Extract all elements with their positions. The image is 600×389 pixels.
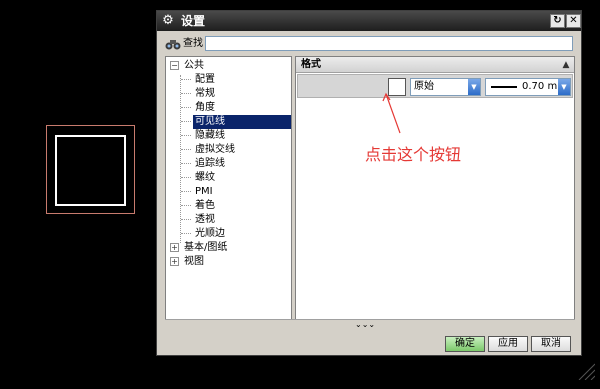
tree-item-label: PMI xyxy=(195,186,213,197)
tree-item-label: 公共 xyxy=(184,60,204,71)
reset-icon[interactable]: ↻ xyxy=(550,14,565,28)
tree-connector xyxy=(181,92,191,94)
resize-grip[interactable] xyxy=(575,360,595,380)
binoculars-icon xyxy=(165,40,181,50)
line-width-sample xyxy=(491,86,517,88)
annotation-arrow xyxy=(382,92,401,134)
tree-connector xyxy=(181,148,191,150)
annotation-text: 点击这个按钮 xyxy=(365,145,462,164)
tree-item-label: 角度 xyxy=(195,102,215,113)
tree-item-base-drawing[interactable]: + 基本/图纸 xyxy=(170,241,229,255)
title-bar[interactable]: ⚙ 设置 ↻ ✕ xyxy=(157,11,581,31)
tree-item-pmi[interactable]: PMI xyxy=(181,185,215,199)
format-section-header[interactable]: 格式 ▲ xyxy=(296,57,574,73)
tree-item-common[interactable]: − 公共 xyxy=(170,59,206,73)
tree-item-virtual-intersection[interactable]: 虚拟交线 xyxy=(181,143,237,157)
settings-panel: 格式 ▲ 原始 ▼ 0.70 mm ▼ xyxy=(295,56,575,328)
tree-connector xyxy=(181,176,191,178)
tree-item-angle[interactable]: 角度 xyxy=(181,101,217,115)
tree-connector xyxy=(181,78,191,80)
ok-button[interactable]: 确定 xyxy=(445,336,485,352)
chevron-down-icon[interactable]: ▼ xyxy=(558,79,570,95)
tree-item-shading[interactable]: 着色 xyxy=(181,199,217,213)
tree-item-label: 追踪线 xyxy=(195,158,225,169)
tree-item-perspective[interactable]: 透视 xyxy=(181,213,217,227)
window-title: 设置 xyxy=(181,14,206,28)
tree-item-general[interactable]: 常规 xyxy=(181,87,217,101)
collapse-icon[interactable]: − xyxy=(170,60,179,70)
chevron-down-icon[interactable]: ⌄⌄⌄ xyxy=(355,320,375,330)
tree-connector xyxy=(181,204,191,206)
tree-connector xyxy=(181,120,191,122)
tree-item-label: 螺纹 xyxy=(195,172,215,183)
tree-item-view[interactable]: + 视图 xyxy=(170,255,206,269)
search-row: 查找 xyxy=(165,36,575,52)
chevron-up-icon[interactable]: ▲ xyxy=(560,59,572,71)
tree-connector xyxy=(181,190,191,192)
close-icon[interactable]: ✕ xyxy=(566,14,581,28)
tree-item-visible-lines[interactable]: 可见线 xyxy=(181,115,291,129)
font-select[interactable]: 原始 ▼ xyxy=(410,78,481,96)
tree-item-label: 着色 xyxy=(195,200,215,211)
cancel-button[interactable]: 取消 xyxy=(531,336,571,352)
tree-item-label: 可见线 xyxy=(193,115,291,129)
tree-item-hidden-lines[interactable]: 隐藏线 xyxy=(181,129,227,143)
expand-icon[interactable]: + xyxy=(170,242,179,252)
tree-item-label: 虚拟交线 xyxy=(195,144,235,155)
category-tree[interactable]: −公共 配置 常规 角度 可见线 隐藏线 虚拟交线 追踪线 螺纹 PMI 着色 xyxy=(165,56,292,328)
dialog-expand-bar[interactable]: ⌄⌄⌄ xyxy=(165,319,575,329)
expand-icon[interactable]: + xyxy=(170,256,179,266)
tree-item-label: 基本/图纸 xyxy=(184,242,228,253)
tree-item-trace-lines[interactable]: 追踪线 xyxy=(181,157,227,171)
settings-dialog: ⚙ 设置 ↻ ✕ 查找 − 公共 配置 常规 角度 可见线 隐藏线 虚拟交线 追… xyxy=(156,10,582,356)
tree-item-label: 常规 xyxy=(195,88,215,99)
format-row: 原始 ▼ 0.70 mm ▼ xyxy=(297,74,573,98)
tree-connector xyxy=(181,232,191,234)
line-width-select[interactable]: 0.70 mm ▼ xyxy=(485,78,571,96)
tree-connector xyxy=(181,162,191,164)
tree-connector xyxy=(181,106,191,108)
tree-item-label: 光顺边 xyxy=(195,228,225,239)
tree-connector xyxy=(181,134,191,136)
gear-icon: ⚙ xyxy=(162,13,174,28)
search-input[interactable] xyxy=(205,36,573,51)
preview-square xyxy=(55,135,126,206)
section-title: 格式 xyxy=(301,59,321,70)
tree-item-config[interactable]: 配置 xyxy=(181,73,217,87)
tree-connector xyxy=(181,218,191,220)
apply-button[interactable]: 应用 xyxy=(488,336,528,352)
tree-item-label: 隐藏线 xyxy=(195,130,225,141)
chevron-down-icon[interactable]: ▼ xyxy=(468,79,480,95)
tree-item-label: 透视 xyxy=(195,214,215,225)
tree-item-thread[interactable]: 螺纹 xyxy=(181,171,217,185)
search-label: 查找 xyxy=(183,38,203,49)
tree-item-label: 配置 xyxy=(195,74,215,85)
tree-item-label: 视图 xyxy=(184,256,204,267)
tree-item-smooth-edges[interactable]: 光顺边 xyxy=(181,227,227,241)
